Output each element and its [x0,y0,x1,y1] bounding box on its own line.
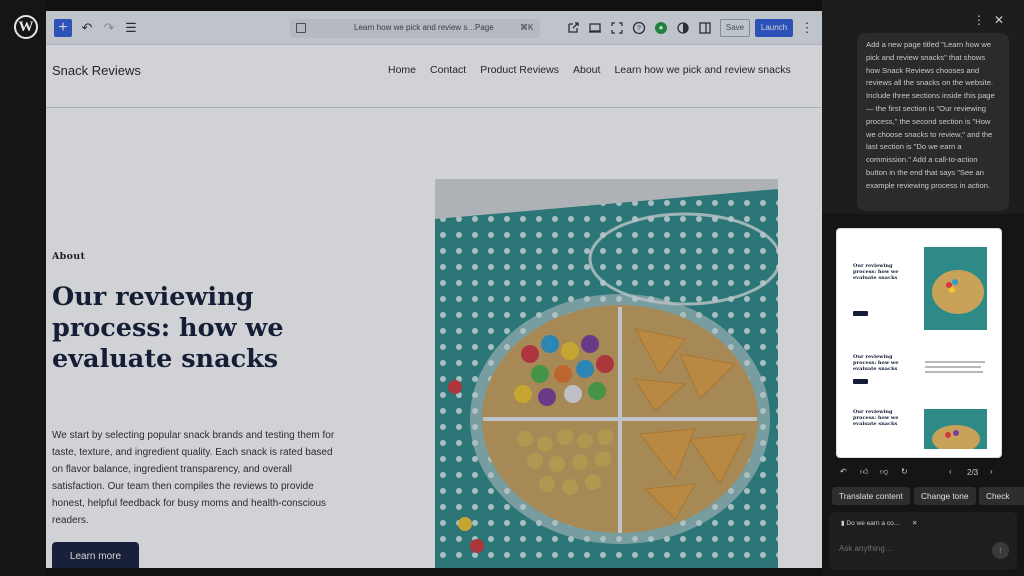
generated-page-preview[interactable]: Our reviewing process: how we evaluate s… [836,228,1002,458]
hero-heading[interactable]: Our reviewing process: how we evaluate s… [52,282,342,375]
nav-item-learn-how[interactable]: Learn how we pick and review snacks [614,64,790,76]
next-icon[interactable]: › [990,467,993,476]
command-shortcut: ⌘K [520,23,534,32]
check-chip[interactable]: Check [979,487,1024,505]
launch-button[interactable]: Launch [755,19,793,37]
block-editor: + ↶ ↷ ☰ Learn how we pick and review s… … [46,11,822,568]
nav-item-home[interactable]: Home [388,64,416,76]
help-icon[interactable]: ? [630,19,648,37]
wp-admin-strip: W [0,0,46,576]
remove-context-icon[interactable]: ✕ [912,520,917,527]
site-header: Snack Reviews Home Contact Product Revie… [46,46,822,108]
svg-text:?: ? [637,26,641,33]
ai-assistant-panel: ⋮ ✕ Add a new page titled "Learn how we … [822,0,1024,576]
preview-heading-2: Our reviewing process: how we evaluate s… [853,354,899,372]
site-title[interactable]: Snack Reviews [52,63,141,78]
context-chip[interactable]: ▮ Do we earn a co… ✕ [841,519,918,527]
chat-composer: ▮ Do we earn a co… ✕ Ask anything… ↑ [829,512,1017,570]
save-button[interactable]: Save [720,19,750,37]
preview-text-line [925,361,985,363]
context-chip-label: Do we earn a co… [846,520,901,527]
page-counter: 2/3 [967,468,979,477]
preview-heading-1: Our reviewing process: how we evaluate s… [853,263,899,281]
snack-bowl-image[interactable] [435,179,778,568]
preview-text-line [925,371,983,373]
user-prompt-message: Add a new page titled "Learn how we pick… [857,33,1009,211]
change-tone-chip[interactable]: Change tone [914,487,976,505]
section-label[interactable]: About [52,251,85,262]
document-title: Learn how we pick and review s… [354,23,476,32]
thumbs-down-icon[interactable]: 👎︎ [880,467,888,477]
regenerate-icon[interactable]: ↻ [901,467,908,476]
editor-toolbar: + ↶ ↷ ☰ Learn how we pick and review s… … [46,11,822,45]
document-type: Page [475,23,494,32]
undo-icon[interactable]: ↶ [840,467,847,476]
panel-more-icon[interactable]: ⋮ [973,13,985,27]
nav-item-product-reviews[interactable]: Product Reviews [480,64,559,76]
options-menu-icon[interactable]: ⋮ [798,19,816,37]
preview-image-2 [924,409,987,449]
redo-icon[interactable]: ↷ [100,19,118,37]
settings-sidebar-icon[interactable] [696,19,714,37]
site-navigation: Home Contact Product Reviews About Learn… [388,64,791,76]
wordpress-logo-icon[interactable]: W [14,15,38,39]
undo-icon[interactable]: ↶ [78,19,96,37]
preview-image-1 [924,247,987,330]
nav-item-contact[interactable]: Contact [430,64,466,76]
ai-assistant-icon[interactable]: ● [655,22,667,34]
previous-icon[interactable]: ‹ [949,467,952,476]
chat-input[interactable]: Ask anything… [839,544,979,553]
preview-button-1 [853,311,868,316]
device-preview-icon[interactable] [586,19,604,37]
page-icon [296,23,306,33]
preview-text-line [925,366,981,368]
document-bar[interactable]: Learn how we pick and review s… Page ⌘K [290,19,540,38]
editor-canvas[interactable]: Snack Reviews Home Contact Product Revie… [46,46,822,568]
close-icon[interactable]: ✕ [994,13,1004,27]
external-link-icon[interactable] [564,19,582,37]
learn-more-button[interactable]: Learn more [52,542,139,568]
send-button[interactable]: ↑ [992,542,1009,559]
preview-button-2 [853,379,868,384]
translate-content-chip[interactable]: Translate content [832,487,910,505]
list-view-icon[interactable]: ☰ [122,19,140,37]
nav-item-about[interactable]: About [573,64,600,76]
hero-paragraph[interactable]: We start by selecting popular snack bran… [52,427,342,529]
thumbs-up-icon[interactable]: 👍︎ [860,467,868,477]
styles-contrast-icon[interactable] [674,19,692,37]
fullscreen-icon[interactable] [608,19,626,37]
add-block-button[interactable]: + [54,19,72,37]
preview-heading-3: Our reviewing process: how we evaluate s… [853,409,899,427]
